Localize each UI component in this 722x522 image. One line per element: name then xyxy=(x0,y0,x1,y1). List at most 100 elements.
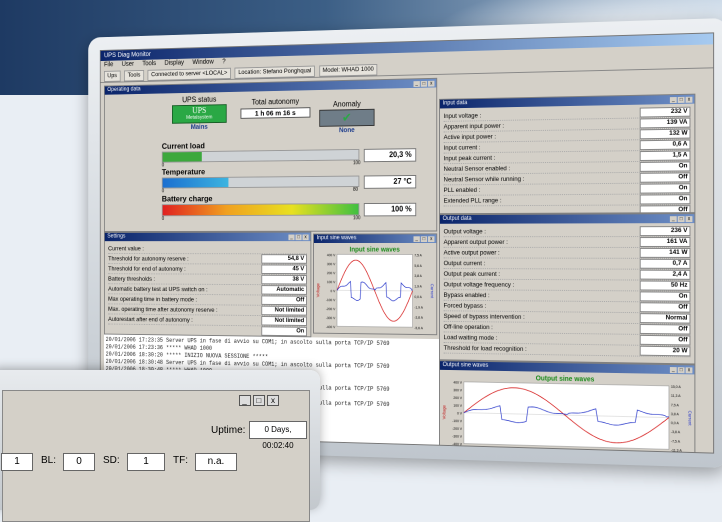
input-data-row-value: On xyxy=(639,194,691,205)
close-icon[interactable]: x xyxy=(685,96,693,103)
maximize-icon[interactable]: □ xyxy=(677,216,685,223)
input-data-list: Input voltage : 232 V Apparent input power… xyxy=(440,104,694,215)
input-sine-left-tick: 300 V xyxy=(327,262,336,266)
maximize-icon[interactable]: □ xyxy=(677,96,685,103)
current-load-scale-max: 100 xyxy=(353,160,361,167)
output-sine-left-tick: 400 V xyxy=(453,381,462,385)
close-icon[interactable]: x xyxy=(302,234,309,241)
settings-row-label: Max operating time in battery mode : xyxy=(108,295,198,303)
ups-status-value: Mains xyxy=(190,124,208,131)
input-data-row-label: Extended PLL range : xyxy=(443,196,502,205)
settings-row-label: Threshold for autonomy reserve : xyxy=(108,255,189,262)
output-sine-left-tick: -200 V xyxy=(452,427,462,431)
menu-file[interactable]: File xyxy=(104,62,113,69)
input-data-row-value: 0,6 A xyxy=(639,139,691,151)
bl-label: BL: xyxy=(41,455,57,466)
minimize-icon[interactable]: _ xyxy=(669,97,677,104)
maximize-icon[interactable]: □ xyxy=(295,234,302,241)
input-sine-right-tick: 7,5 A xyxy=(414,253,422,257)
window-titlebar[interactable]: Input sine waves _ □ x xyxy=(313,234,437,244)
input-sine-right-tick: -3,8 A xyxy=(414,316,423,320)
input-sine-right-tick: 1,9 A xyxy=(414,285,422,289)
minimize-icon[interactable]: _ xyxy=(413,81,420,87)
output-sine-right-tick: -7,5 A xyxy=(671,439,681,443)
ups-logo-subtext: Metalsystem xyxy=(186,114,213,121)
minimize-icon[interactable]: _ xyxy=(288,234,295,241)
close-icon[interactable]: x xyxy=(428,80,435,87)
output-sine-right-tick: 0,0 A xyxy=(671,421,680,425)
output-data-list: Output voltage :236 V Apparent output pow… xyxy=(440,223,694,360)
output-sine-right-tick: 11,3 A xyxy=(671,394,681,398)
close-icon[interactable]: x xyxy=(685,367,693,374)
input-sine-ylabel-right: Current xyxy=(430,284,435,299)
input-sine-right-tick: -5,6 A xyxy=(414,326,423,330)
output-data-row: Active output power : 141 W xyxy=(443,247,691,259)
close-icon[interactable]: x xyxy=(685,216,693,223)
model-label: Model: WHAD 1000 xyxy=(319,63,378,77)
output-data-row-label: Threshold for load recognition : xyxy=(443,344,527,353)
settings-row-label: Autorestart after end of autonomy : xyxy=(108,315,193,324)
window-titlebar[interactable]: Settings _ □ x xyxy=(104,232,311,242)
maximize-icon[interactable]: □ xyxy=(677,367,685,374)
output-data-row-label: Forced bypass : xyxy=(443,302,487,310)
settings-window: Settings _ □ x Current value : Threshold fo… xyxy=(103,231,312,338)
output-sine-left-tick: 0 V xyxy=(457,411,463,415)
input-sine-left-tick: -400 V xyxy=(326,325,336,329)
window-title: Output data xyxy=(442,215,472,222)
output-sine-right-tick: 7,5 A xyxy=(671,403,680,407)
settings-row-value: Not limited xyxy=(261,305,307,316)
output-data-row-value: Off xyxy=(639,302,691,313)
output-sine-ylabel-right: Current xyxy=(687,411,692,427)
autonomy-group: Total autonomy 1 h 06 m 16 s xyxy=(240,97,311,119)
output-data-row-value: On xyxy=(639,291,691,302)
output-data-row-value: 0,7 A xyxy=(639,258,691,269)
menu-tools[interactable]: Tools xyxy=(142,60,156,67)
current-load-fill xyxy=(162,152,202,162)
minimize-icon[interactable]: _ xyxy=(238,395,251,406)
autonomy-label: Total autonomy xyxy=(251,97,300,107)
minimize-icon[interactable]: _ xyxy=(413,236,420,243)
input-data-row-label: Neutral Sensor enabled : xyxy=(443,164,511,173)
temperature-label: Temperature xyxy=(161,166,206,177)
output-data-row-label: Bypass enabled : xyxy=(443,291,490,299)
anomaly-value: None xyxy=(339,127,355,135)
output-sine-chart: Output sine waves 400 V 300 V 200 V 100 V 0 V… xyxy=(442,375,693,453)
minimize-icon[interactable]: _ xyxy=(669,216,677,223)
temperature-bar xyxy=(161,175,360,189)
input-sine-window: Input sine waves _ □ x Input sine waves 400… xyxy=(313,233,438,336)
input-data-row-value: On xyxy=(639,161,691,172)
output-sine-left-tick: -400 V xyxy=(452,442,462,446)
window-controls: _ □ x xyxy=(288,234,309,242)
window-controls: _ □ x xyxy=(413,235,435,244)
menu-display[interactable]: Display xyxy=(164,60,183,67)
output-data-row-value: Off xyxy=(639,334,691,346)
window-title: Input sine waves xyxy=(316,235,357,242)
menu-user[interactable]: User xyxy=(122,61,134,68)
window-titlebar[interactable]: Output data _ □ x xyxy=(439,214,695,224)
maximize-icon[interactable]: □ xyxy=(420,80,428,87)
settings-row-value: Not limited xyxy=(261,316,307,326)
input-data-row-label: Input peak current : xyxy=(443,154,496,162)
input-data-row-value: 232 V xyxy=(639,106,691,118)
counter-field: 1 xyxy=(1,453,33,471)
sd-value: 1 xyxy=(127,453,165,471)
maximize-icon[interactable]: □ xyxy=(252,395,265,406)
ups-toolbar-button[interactable]: Ups xyxy=(103,70,121,82)
settings-row-label: Threshold for end of autonomy : xyxy=(108,265,186,273)
close-icon[interactable]: x xyxy=(428,236,435,243)
output-sine-left-tick: 200 V xyxy=(453,396,462,400)
close-icon[interactable]: x xyxy=(267,395,279,406)
connection-status: Connected to server <LOCAL> xyxy=(147,67,231,81)
output-data-row: Threshold for load recognition : 20 W xyxy=(443,342,691,358)
maximize-icon[interactable]: □ xyxy=(420,236,428,243)
input-sine-right-tick: 3,8 A xyxy=(414,274,422,278)
current-load-value: 20,3 % xyxy=(363,148,417,163)
menu-help[interactable]: ? xyxy=(222,59,225,66)
input-data-row-value: 1,5 A xyxy=(639,150,691,161)
output-data-row-label: Off-line operation : xyxy=(443,323,493,331)
settings-row-value: 38 V xyxy=(261,274,307,285)
tools-toolbar-button[interactable]: Tools xyxy=(124,69,144,82)
minimize-icon[interactable]: _ xyxy=(669,367,677,374)
menu-window[interactable]: Window xyxy=(192,59,213,66)
settings-row: Threshold for autonomy reserve : 54,8 V xyxy=(108,253,307,265)
